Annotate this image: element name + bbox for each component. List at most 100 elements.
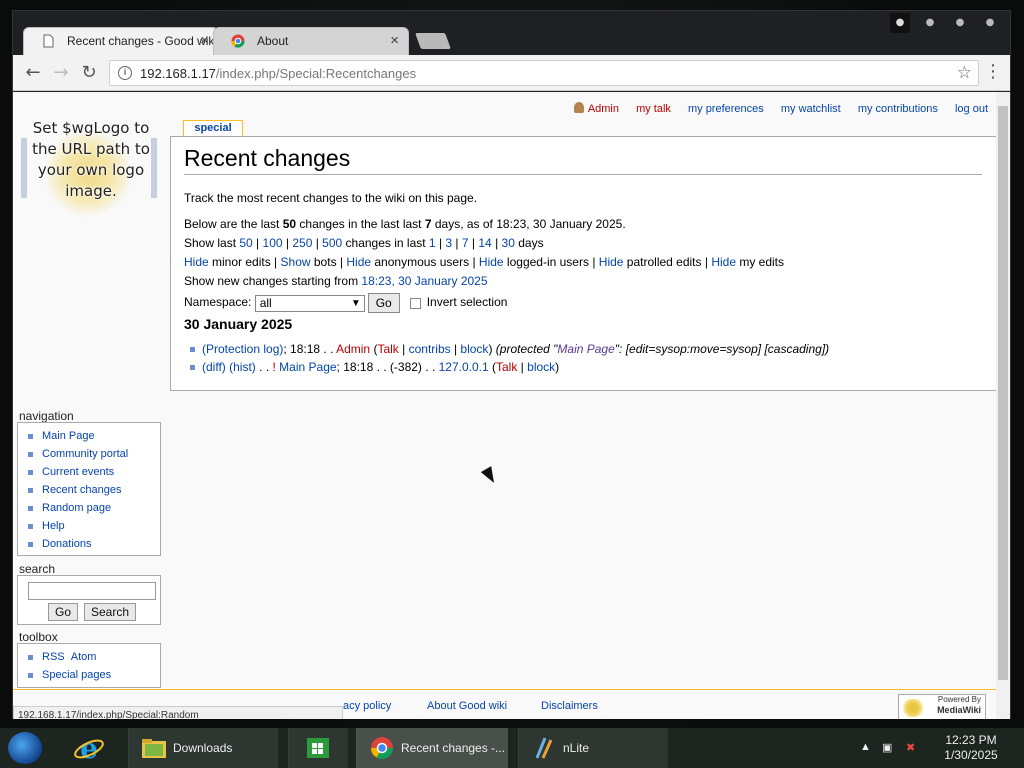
minimize-icon[interactable]: ● — [920, 13, 940, 33]
my-preferences-link[interactable]: my preferences — [688, 103, 764, 115]
log-out-link[interactable]: log out — [955, 103, 988, 115]
close-icon[interactable]: × — [200, 32, 209, 49]
filter-toggles: Hide minor edits | Show bots | Hide anon… — [184, 255, 785, 269]
ip-link[interactable]: 127.0.0.1 — [439, 360, 489, 374]
taskbar: e Downloads Recent changes -... nLite ▲ … — [0, 728, 1024, 768]
rss-link[interactable]: RSS — [42, 651, 65, 663]
sidebar-item-community-portal[interactable]: Community portal — [28, 445, 160, 463]
search-go-button[interactable]: Go — [48, 603, 78, 621]
menu-icon[interactable]: ⋮ — [984, 62, 1002, 82]
tab-recent-changes[interactable]: Recent changes - Good wiki × — [23, 27, 219, 55]
changes-list: (Protection log); 18:18 . . Admin (Talk … — [184, 340, 829, 376]
limit-link[interactable]: 250 — [292, 236, 312, 250]
taskbar-item-chrome[interactable]: Recent changes -... — [356, 728, 508, 768]
chrome-icon — [231, 34, 245, 48]
page-link[interactable]: Main Page — [557, 342, 614, 356]
toolbox-title: toolbox — [19, 630, 58, 644]
namespace-go-button[interactable]: Go — [367, 293, 400, 313]
volume-muted-icon[interactable]: ✖ — [906, 741, 915, 754]
days-link[interactable]: 30 — [502, 236, 515, 250]
intro-text: Track the most recent changes to the wik… — [184, 191, 478, 205]
block-link[interactable]: block — [460, 342, 488, 356]
taskbar-item-store[interactable] — [288, 728, 348, 768]
diff-link[interactable]: (diff) — [202, 360, 226, 374]
unpatrolled-flag: ! — [272, 360, 276, 374]
start-button[interactable] — [8, 732, 42, 764]
wiki-logo[interactable]: Set $wgLogo to the URL path to your own … — [21, 118, 157, 218]
close-icon[interactable]: × — [390, 32, 399, 49]
internet-explorer-icon[interactable]: e — [72, 732, 106, 764]
user-link[interactable]: Admin — [573, 102, 619, 115]
scrollbar-thumb[interactable] — [998, 106, 1008, 680]
log-comment: (protected "Main Page": [edit=sysop:move… — [495, 342, 830, 356]
days-link[interactable]: 14 — [478, 236, 491, 250]
network-icon[interactable]: ▣ — [882, 741, 892, 754]
namespace-form: Namespace: all ▼ Go Invert selection — [184, 293, 507, 313]
privacy-policy-link[interactable]: acy policy — [343, 700, 391, 712]
tab-special[interactable]: special — [183, 120, 243, 136]
tab-about[interactable]: About × — [213, 27, 409, 55]
sidebar-item-donations[interactable]: Donations — [28, 535, 160, 553]
taskbar-item-downloads[interactable]: Downloads — [128, 728, 278, 768]
invert-checkbox[interactable] — [409, 297, 421, 309]
sidebar-item-main-page[interactable]: Main Page — [28, 427, 160, 445]
block-link[interactable]: block — [527, 360, 555, 374]
maximize-icon[interactable]: ● — [950, 13, 970, 33]
toggle-loggedin-link[interactable]: Hide — [479, 255, 504, 269]
powered-by-mediawiki-badge[interactable]: Powered By MediaWiki — [898, 694, 986, 719]
days-link[interactable]: 1 — [429, 236, 436, 250]
limit-link[interactable]: 500 — [322, 236, 342, 250]
clock[interactable]: 12:23 PM 1/30/2025 — [936, 733, 1006, 763]
toggle-bots-link[interactable]: Show — [281, 255, 311, 269]
chevron-up-icon[interactable]: ▲ — [860, 741, 871, 753]
navigation-title: navigation — [19, 409, 74, 423]
about-link[interactable]: About Good wiki — [427, 700, 507, 712]
hist-link[interactable]: (hist) — [229, 360, 256, 374]
back-icon[interactable]: ← — [23, 63, 43, 83]
reload-icon[interactable]: ↻ — [79, 63, 99, 83]
limit-link[interactable]: 50 — [239, 236, 252, 250]
days-link[interactable]: 7 — [462, 236, 469, 250]
user-icon — [573, 102, 584, 113]
talk-link[interactable]: Talk — [377, 342, 398, 356]
page-title: Recent changes — [184, 145, 982, 175]
namespace-select[interactable]: all ▼ — [254, 294, 365, 312]
sidebar-item-current-events[interactable]: Current events — [28, 463, 160, 481]
my-watchlist-link[interactable]: my watchlist — [781, 103, 841, 115]
browser-toolbar: ← → ↻ i 192.168.1.17/index.php/Special:R… — [13, 55, 1010, 91]
contribs-link[interactable]: contribs — [409, 342, 451, 356]
user-icon[interactable]: ● — [890, 13, 910, 33]
page-link[interactable]: Main Page — [279, 360, 336, 374]
toggle-patrolled-link[interactable]: Hide — [599, 255, 624, 269]
new-changes-link[interactable]: 18:23, 30 January 2025 — [361, 274, 487, 288]
forward-icon[interactable]: → — [51, 63, 71, 83]
search-button[interactable]: Search — [84, 603, 136, 621]
page-viewport: Set $wgLogo to the URL path to your own … — [13, 92, 1010, 719]
limit-link[interactable]: 100 — [263, 236, 283, 250]
clock-time: 12:23 PM — [945, 733, 997, 747]
toggle-anon-link[interactable]: Hide — [346, 255, 371, 269]
date-heading: 30 January 2025 — [184, 316, 293, 332]
bookmark-star-icon[interactable]: ☆ — [957, 63, 972, 83]
sidebar-item-recent-changes[interactable]: Recent changes — [28, 481, 160, 499]
my-contributions-link[interactable]: my contributions — [858, 103, 938, 115]
protection-log-link[interactable]: (Protection log) — [202, 342, 283, 356]
sidebar-item-special-pages[interactable]: Special pages — [28, 666, 160, 684]
vertical-scrollbar[interactable] — [996, 92, 1010, 719]
toggle-myedits-link[interactable]: Hide — [711, 255, 736, 269]
search-input[interactable] — [28, 582, 156, 600]
info-icon[interactable]: i — [118, 66, 132, 80]
new-tab-button[interactable] — [415, 33, 451, 49]
sidebar-item-help[interactable]: Help — [28, 517, 160, 535]
toggle-minor-link[interactable]: Hide — [184, 255, 209, 269]
disclaimers-link[interactable]: Disclaimers — [541, 700, 598, 712]
atom-link[interactable]: Atom — [71, 651, 97, 663]
close-window-icon[interactable]: ● — [980, 13, 1000, 33]
my-talk-link[interactable]: my talk — [636, 103, 671, 115]
days-link[interactable]: 3 — [445, 236, 452, 250]
taskbar-item-nlite[interactable]: nLite — [518, 728, 668, 768]
user-link[interactable]: Admin — [336, 342, 370, 356]
sidebar-item-random-page[interactable]: Random page — [28, 499, 160, 517]
address-bar[interactable]: i 192.168.1.17/index.php/Special:Recentc… — [109, 60, 979, 86]
talk-link[interactable]: Talk — [496, 360, 517, 374]
